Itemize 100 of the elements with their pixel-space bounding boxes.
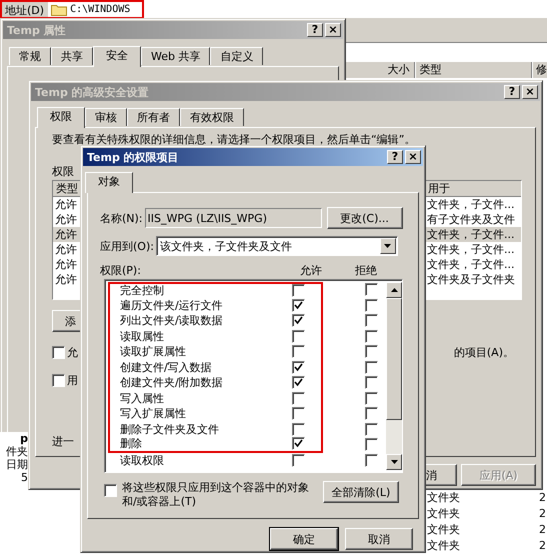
- allow-checkbox[interactable]: [292, 330, 305, 343]
- tab[interactable]: 所有者: [127, 108, 180, 126]
- change-button[interactable]: 更改(C)...: [326, 207, 403, 229]
- allow-checkbox[interactable]: [292, 422, 305, 436]
- allow-checkbox[interactable]: [292, 376, 305, 390]
- permission-name: 读取属性: [119, 330, 165, 343]
- dropdown-arrow-icon: [384, 244, 392, 248]
- table-cell: 允许: [55, 227, 77, 242]
- tab[interactable]: 自定义: [210, 47, 264, 65]
- tab[interactable]: 有效权限: [180, 108, 244, 126]
- table-cell: 2: [539, 522, 546, 538]
- permission-name: 读取权限: [119, 454, 165, 467]
- checkbox-label: 允: [67, 344, 78, 360]
- permission-name: 删除: [119, 437, 143, 450]
- checkbox[interactable]: [52, 346, 65, 358]
- deny-checkbox[interactable]: [365, 283, 378, 296]
- checkbox[interactable]: [52, 374, 65, 386]
- name-field: IIS_WPG (LZ\IIS_WPG): [144, 208, 322, 228]
- permission-name: 创建文件夹/附加数据: [119, 376, 224, 390]
- dialog-button[interactable]: 确定: [270, 528, 338, 550]
- column-header[interactable]: 类型: [56, 181, 78, 196]
- scroll-thumb[interactable]: [386, 298, 402, 420]
- title-button[interactable]: ?: [307, 23, 323, 37]
- permission-name: 遍历文件夹/运行文件: [119, 298, 224, 312]
- allow-checkbox[interactable]: [292, 360, 305, 374]
- allow-checkbox[interactable]: [292, 284, 305, 298]
- details-text: 件夹: [6, 445, 28, 458]
- deny-checkbox[interactable]: [365, 407, 378, 420]
- clear-all-button[interactable]: 全部清除(L): [323, 481, 399, 503]
- tab[interactable]: 对象: [85, 172, 133, 193]
- table-cell: 2: [539, 506, 546, 522]
- allow-checkbox[interactable]: [292, 437, 305, 450]
- permission-name: 写入属性: [119, 392, 165, 405]
- window-title: Temp 属性: [7, 22, 66, 38]
- deny-checkbox[interactable]: [365, 298, 378, 312]
- info-text: 要查看有关特殊权限的详细信息，请选择一个权限项目，然后单击“编辑”。: [52, 132, 416, 148]
- deny-checkbox[interactable]: [365, 438, 378, 452]
- name-label: 名称(N):: [100, 210, 143, 226]
- permissions-label: 权限(P):: [100, 263, 142, 279]
- table-cell: 允许: [55, 197, 77, 212]
- permission-name: 读取扩展属性: [119, 345, 187, 358]
- dialog-button[interactable]: 取消: [345, 528, 413, 550]
- tab[interactable]: 权限: [37, 107, 85, 128]
- details-text: 5: [21, 471, 28, 484]
- list-label: 权限: [52, 164, 74, 180]
- table-cell: 文件夹，子文件...: [427, 197, 514, 212]
- column-header[interactable]: 修: [532, 62, 547, 78]
- column-header: 拒绝: [355, 263, 378, 279]
- details-text: 日期: [6, 458, 28, 471]
- table-cell: 文件夹，子文件...: [427, 227, 514, 242]
- scrollbar[interactable]: [386, 282, 402, 470]
- deny-checkbox[interactable]: [365, 330, 378, 343]
- table-cell: 文件夹及子文件夹: [427, 272, 515, 287]
- table-cell: 文件夹: [427, 490, 460, 506]
- deny-checkbox[interactable]: [365, 392, 378, 405]
- scroll-up-icon: [390, 288, 398, 292]
- table-cell: 2: [539, 538, 546, 554]
- allow-checkbox[interactable]: [292, 392, 305, 405]
- table-cell: 文件夹: [427, 538, 460, 554]
- allow-checkbox[interactable]: [292, 298, 305, 312]
- title-button[interactable]: ×: [405, 150, 421, 164]
- tab[interactable]: Web 共享: [141, 47, 210, 65]
- checkbox[interactable]: [104, 484, 117, 497]
- option-text: 的项目(A)。: [454, 344, 514, 360]
- tab[interactable]: 审核: [85, 108, 127, 126]
- table-cell: 2: [539, 490, 546, 506]
- permission-name: 删除子文件夹及文件: [119, 422, 220, 436]
- tab[interactable]: 安全: [93, 46, 141, 67]
- title-button[interactable]: ×: [522, 85, 538, 99]
- column-header[interactable]: 类型: [414, 62, 532, 78]
- permission-name: 完全控制: [119, 284, 165, 298]
- checkbox-label: 用: [67, 372, 78, 388]
- folder-icon: [51, 3, 68, 16]
- title-button[interactable]: ×: [325, 23, 341, 37]
- title-button[interactable]: ?: [504, 85, 520, 99]
- allow-checkbox[interactable]: [292, 345, 305, 358]
- table-cell: 文件夹: [427, 522, 460, 538]
- permission-name: 创建文件/写入数据: [119, 360, 213, 374]
- permission-name: 列出文件夹/读取数据: [119, 314, 224, 328]
- checkbox-label: 将这些权限只应用到这个容器中的对象和/或容器上(T): [122, 481, 310, 509]
- table-cell: 文件夹: [427, 506, 460, 522]
- address-field[interactable]: C:\WINDOWS: [48, 2, 130, 17]
- allow-checkbox[interactable]: [292, 314, 305, 328]
- tab[interactable]: 常规: [9, 47, 51, 65]
- allow-checkbox[interactable]: [292, 407, 305, 420]
- column-header: 允许: [300, 263, 323, 279]
- window-title: Temp 的权限项目: [87, 150, 179, 164]
- table-cell: 允许: [55, 272, 77, 287]
- apply-to-dropdown[interactable]: 该文件夹，子文件夹及文件: [156, 236, 398, 256]
- apply-to-label: 应用到(O):: [100, 238, 154, 254]
- deny-checkbox[interactable]: [365, 314, 378, 328]
- deny-checkbox[interactable]: [365, 345, 378, 358]
- column-header[interactable]: 用于: [428, 181, 450, 196]
- deny-checkbox[interactable]: [365, 360, 378, 374]
- address-label: 地址(D): [2, 2, 48, 17]
- deny-checkbox[interactable]: [365, 422, 378, 436]
- deny-checkbox[interactable]: [365, 376, 378, 390]
- details-text: p: [20, 432, 28, 445]
- permission-name: 写入扩展属性: [119, 407, 187, 420]
- title-button[interactable]: ?: [387, 150, 403, 164]
